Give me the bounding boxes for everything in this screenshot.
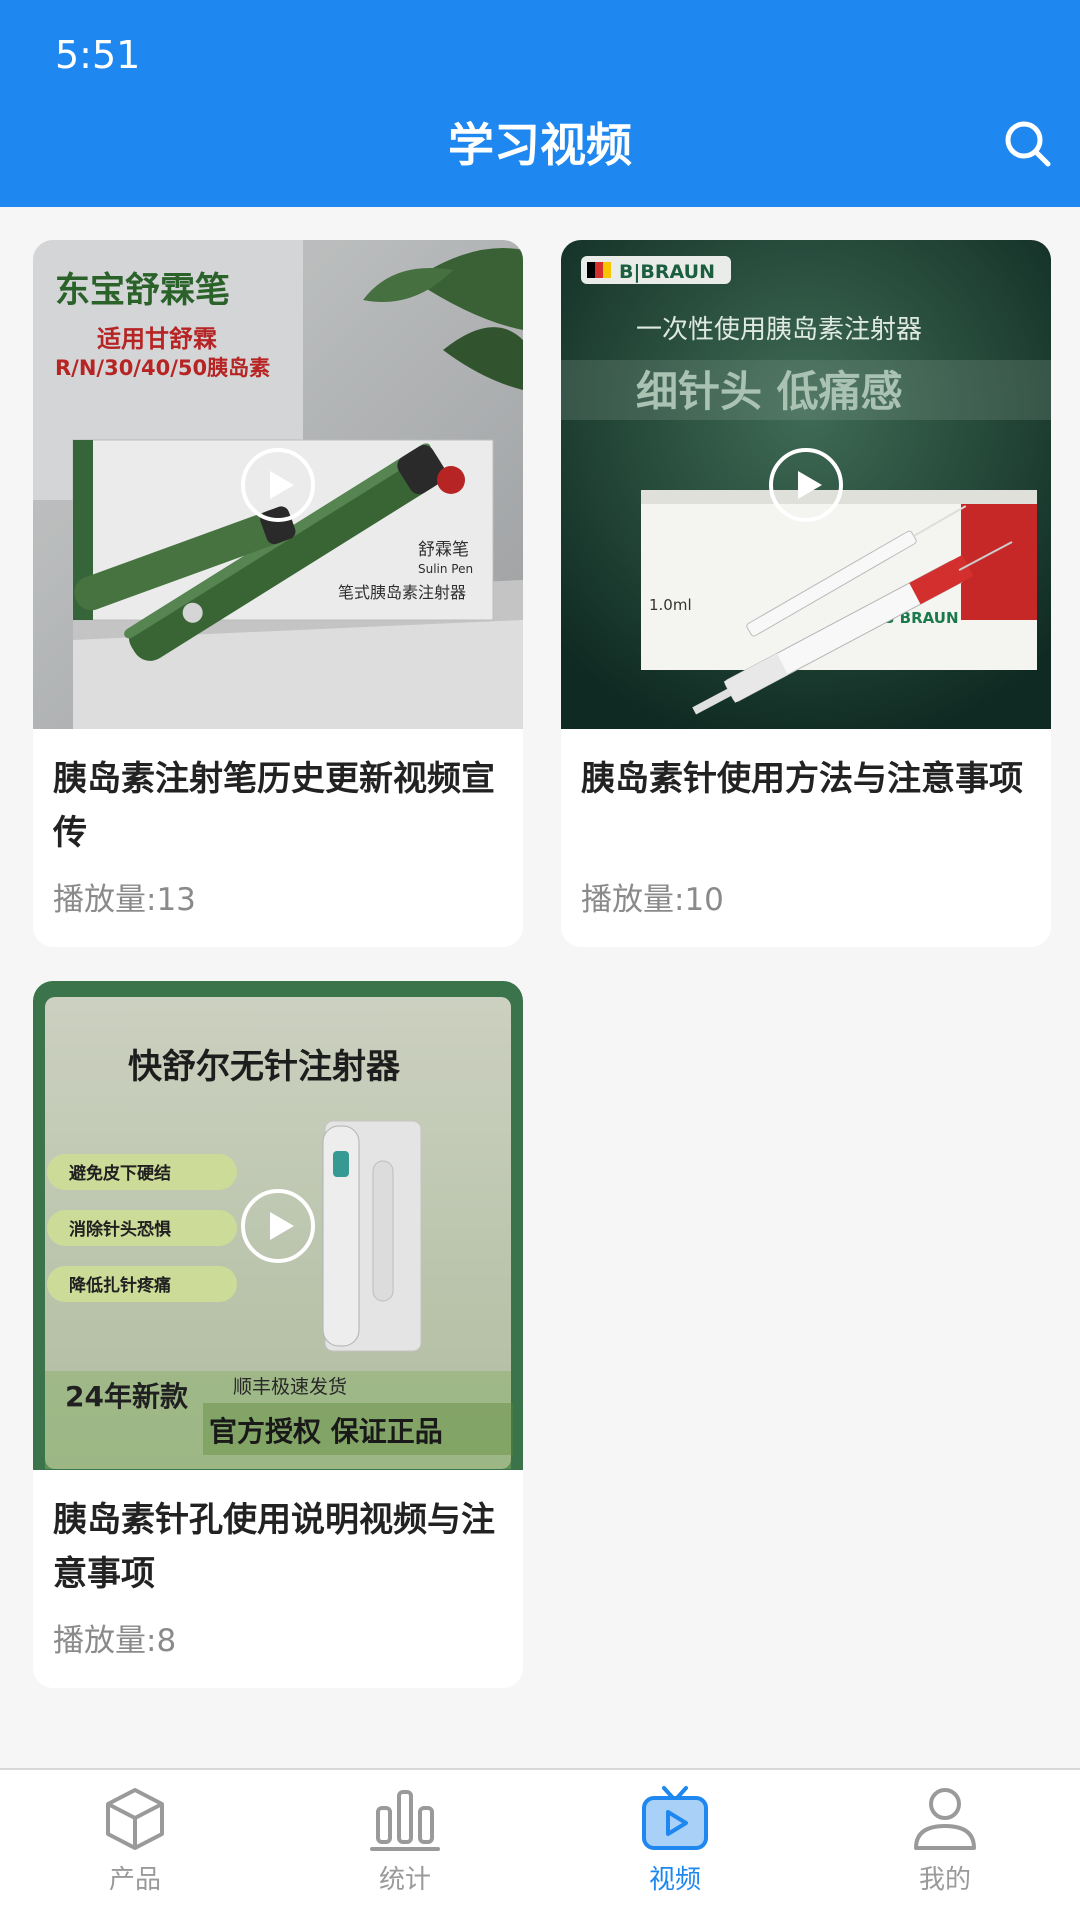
video-view-count: 播放量:10 <box>581 882 724 918</box>
thumb-volume: 1.0ml <box>649 596 692 614</box>
video-view-count: 播放量:8 <box>53 1623 177 1659</box>
video-view-count: 播放量:13 <box>53 882 196 918</box>
tab-label: 统计 <box>378 1865 431 1895</box>
tab-products[interactable]: 产品 <box>0 1770 270 1920</box>
page-title: 学习视频 <box>448 118 632 172</box>
tab-label: 我的 <box>918 1865 971 1895</box>
tab-statistics[interactable]: 统计 <box>270 1770 540 1920</box>
video-title[interactable]: 胰岛素针孔使用说明视频与注意事项 <box>53 1493 508 1601</box>
video-card[interactable]: B|BRAUN 一次性使用胰岛素注射器 细针头 低痛感 1.0ml B BRAU… <box>561 240 1051 947</box>
play-icon[interactable] <box>768 447 844 523</box>
video-card[interactable]: 东宝舒霖笔 适用甘舒霖 R/N/30/40/50胰岛素 舒霖笔 Sulin Pe… <box>33 240 523 947</box>
thumb-brand-text: B|BRAUN <box>619 261 715 283</box>
video-thumbnail[interactable]: 快舒尔无针注射器 避免皮下硬结 消除针头恐惧 降低扎针疼痛 24年新款 顺丰极速… <box>33 981 523 1470</box>
tab-profile[interactable]: 我的 <box>810 1770 1080 1920</box>
user-icon <box>914 1788 976 1850</box>
bar-chart-icon <box>370 1790 440 1851</box>
tv-play-icon <box>642 1786 708 1850</box>
video-thumbnail[interactable]: 东宝舒霖笔 适用甘舒霖 R/N/30/40/50胰岛素 舒霖笔 Sulin Pe… <box>33 240 523 729</box>
video-card[interactable]: 快舒尔无针注射器 避免皮下硬结 消除针头恐惧 降低扎针疼痛 24年新款 顺丰极速… <box>33 981 523 1688</box>
video-thumbnail[interactable]: B|BRAUN 一次性使用胰岛素注射器 细针头 低痛感 1.0ml B BRAU… <box>561 240 1051 729</box>
app-root: 5:51 学习视频 东宝舒霖笔 适用甘舒霖 R/N/30/40/50胰岛素 舒霖… <box>0 0 1080 1920</box>
play-icon[interactable] <box>240 447 316 523</box>
thumb-line1-text: 一次性使用胰岛素注射器 <box>636 315 922 345</box>
play-icon[interactable] <box>240 1188 316 1264</box>
status-bar-time: 5:51 <box>55 33 141 77</box>
video-title[interactable]: 胰岛素注射笔历史更新视频宣传 <box>53 752 508 860</box>
video-title[interactable]: 胰岛素针使用方法与注意事项 <box>581 752 1036 806</box>
search-button[interactable] <box>996 112 1060 176</box>
tab-label: 视频 <box>648 1865 701 1895</box>
cube-icon <box>106 1788 164 1850</box>
tab-label: 产品 <box>108 1865 161 1895</box>
search-icon <box>1005 121 1051 167</box>
thumb-line2-text: 细针头 低痛感 <box>636 367 903 416</box>
tab-videos[interactable]: 视频 <box>540 1770 810 1920</box>
bottom-tab-bar: 产品 统计 视频 我的 <box>0 1768 1080 1920</box>
top-header: 5:51 学习视频 <box>0 0 1080 207</box>
